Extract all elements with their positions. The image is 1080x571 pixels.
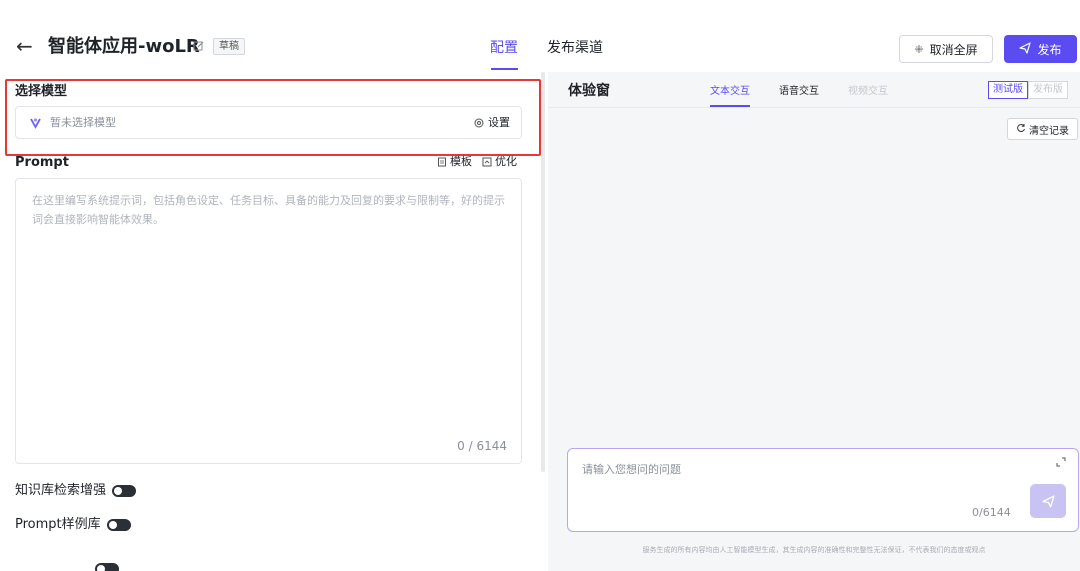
optimize-label: 优化 [495, 155, 517, 168]
publish-button[interactable]: 发布 [1004, 35, 1077, 63]
exit-fullscreen-icon: ⁜ [914, 42, 924, 56]
knowledge-retrieval-label: 知识库检索增强 [15, 483, 107, 498]
exit-fullscreen-button[interactable]: ⁜ 取消全屏 [899, 35, 993, 63]
back-arrow-icon[interactable]: ← [16, 36, 33, 56]
mode-underline [710, 105, 750, 107]
experience-panel: 体验窗 文本交互 语音交互 视频交互 测试版 发布版 清空记录 请输入您想问的问… [548, 72, 1080, 571]
knowledge-retrieval-row: 知识库检索增强 [15, 482, 137, 500]
model-select[interactable]: 暂未选择模型 设置 [15, 106, 522, 139]
experience-title: 体验窗 [568, 83, 610, 99]
app-root: ← 智能体应用-woLR 草稿 配置 发布渠道 ⁜ 取消全屏 发布 选择模型 暂… [0, 0, 1080, 571]
template-icon [438, 157, 446, 167]
model-settings-button[interactable]: 设置 [474, 116, 510, 130]
edit-icon[interactable] [193, 40, 205, 52]
knowledge-retrieval-toggle[interactable] [112, 485, 137, 497]
top-header: ← 智能体应用-woLR 草稿 配置 发布渠道 ⁜ 取消全屏 发布 [0, 0, 1080, 72]
refresh-icon [1016, 123, 1026, 136]
tab-config-underline [491, 68, 518, 70]
tab-voice-interaction[interactable]: 语音交互 [779, 85, 819, 99]
gear-icon [474, 118, 484, 128]
tab-video-interaction[interactable]: 视频交互 [848, 85, 888, 99]
test-version-tab[interactable]: 测试版 [988, 81, 1028, 99]
expand-icon[interactable] [1056, 457, 1066, 470]
template-label: 模板 [450, 155, 472, 168]
prompt-library-toggle[interactable] [106, 519, 131, 531]
chat-input-placeholder: 请输入您想问的问题 [582, 463, 681, 476]
exit-fullscreen-label: 取消全屏 [929, 42, 978, 57]
send-icon [1041, 494, 1055, 508]
chat-input-box[interactable]: 请输入您想问的问题 0/6144 [567, 448, 1079, 532]
model-placeholder: 暂未选择模型 [50, 116, 116, 129]
chat-char-count: 0/6144 [972, 506, 1011, 519]
tab-publish-channel[interactable]: 发布渠道 [547, 38, 603, 58]
prompt-char-count: 0 / 6144 [457, 439, 507, 453]
cut-off-row [15, 561, 135, 571]
prompt-placeholder: 在这里编写系统提示词，包括角色设定、任务目标、具备的能力及回复的要求与限制等，好… [32, 194, 505, 226]
clear-history-button[interactable]: 清空记录 [1007, 118, 1078, 140]
publish-label: 发布 [1037, 42, 1062, 57]
version-switch: 测试版 发布版 [988, 81, 1068, 99]
send-icon [1019, 41, 1032, 57]
clear-history-label: 清空记录 [1029, 125, 1069, 137]
draft-badge: 草稿 [213, 38, 245, 55]
prompt-textarea[interactable]: 在这里编写系统提示词，包括角色设定、任务目标、具备的能力及回复的要求与限制等，好… [15, 178, 522, 464]
prompt-label: Prompt [15, 155, 69, 170]
model-logo-icon [29, 116, 42, 132]
optimize-button[interactable]: 优化 [482, 154, 517, 170]
ai-disclaimer: 服务生成的所有内容均由人工智能模型生成，其生成内容的准确性和完整性无法保证，不代… [642, 546, 986, 554]
template-button[interactable]: 模板 [437, 154, 472, 170]
experience-header: 体验窗 文本交互 语音交互 视频交互 测试版 发布版 [548, 72, 1080, 108]
chat-send-button[interactable] [1030, 484, 1066, 518]
tab-text-interaction[interactable]: 文本交互 [710, 85, 750, 99]
config-scrollbar[interactable] [541, 72, 545, 472]
prompt-library-label: Prompt样例库 [15, 517, 101, 532]
select-model-label: 选择模型 [15, 84, 68, 99]
tab-config[interactable]: 配置 [490, 38, 518, 58]
config-panel: 选择模型 暂未选择模型 设置 Prompt 模板 优化 在这里编写系统提示词，包… [0, 72, 545, 571]
app-title: 智能体应用-woLR [48, 36, 200, 57]
prompt-library-row: Prompt样例库 [15, 516, 131, 534]
model-settings-label: 设置 [488, 116, 510, 129]
release-version-tab[interactable]: 发布版 [1028, 81, 1068, 99]
prompt-tools: 模板 优化 [437, 154, 517, 170]
optimize-icon [482, 157, 492, 167]
cut-off-toggle[interactable] [95, 563, 119, 571]
